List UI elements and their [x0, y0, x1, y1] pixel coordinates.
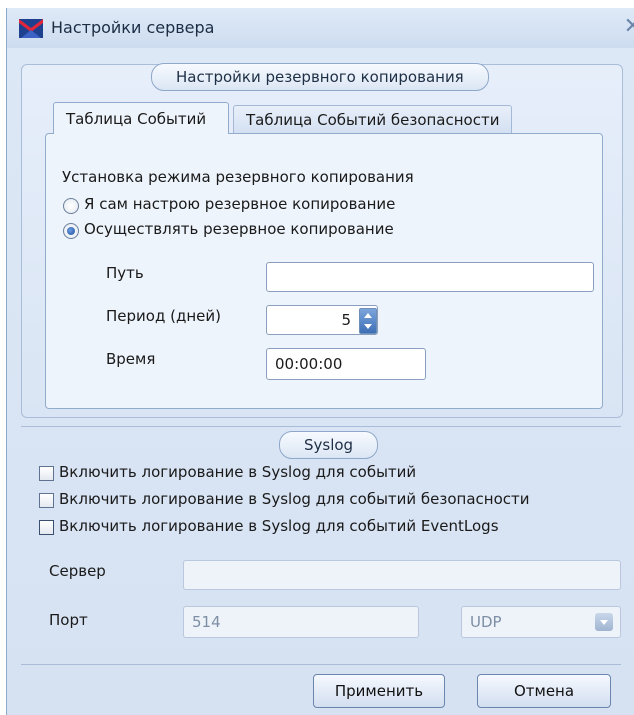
radio-auto-backup[interactable]: [63, 223, 79, 239]
checkbox-syslog-events[interactable]: [39, 466, 54, 481]
port-label: Порт: [49, 611, 88, 629]
path-label: Путь: [106, 264, 144, 282]
protocol-value: UDP: [470, 613, 502, 631]
title-bar: Настройки сервера ✕: [7, 8, 634, 48]
app-logo-icon: [19, 19, 43, 38]
section-divider: [21, 426, 621, 427]
backup-mode-label: Установка режима резервного копирования: [62, 168, 414, 186]
chevron-down-icon[interactable]: [595, 613, 613, 631]
tab-panel: Установка режима резервного копирования …: [45, 133, 603, 409]
server-label: Сервер: [49, 562, 106, 580]
radio-manual-backup[interactable]: [63, 198, 79, 214]
checkbox-syslog-eventlogs-label: Включить логирование в Syslog для событи…: [59, 517, 499, 535]
checkbox-syslog-security-label: Включить логирование в Syslog для событи…: [59, 490, 530, 508]
server-input[interactable]: [183, 560, 621, 590]
close-icon[interactable]: ✕: [624, 14, 634, 39]
time-label: Время: [106, 350, 156, 368]
period-label: Период (дней): [106, 307, 221, 325]
path-input[interactable]: [266, 262, 594, 292]
radio-manual-label: Я сам настрою резервное копирование: [84, 195, 396, 213]
port-input[interactable]: 514: [183, 606, 419, 638]
cancel-button[interactable]: Отмена: [477, 674, 611, 708]
radio-auto-label: Осуществлять резервное копирование: [84, 220, 394, 238]
tab-events[interactable]: Таблица Событий: [53, 102, 229, 134]
time-input[interactable]: 00:00:00: [266, 348, 426, 380]
backup-settings-header: Настройки резервного копирования: [151, 63, 489, 91]
apply-button[interactable]: Применить: [313, 674, 445, 708]
period-spin-arrows-icon[interactable]: [359, 308, 377, 334]
window-title: Настройки сервера: [51, 18, 215, 37]
footer-divider: [21, 664, 621, 665]
syslog-header: Syslog: [279, 431, 379, 459]
server-settings-dialog: Настройки сервера ✕ Настройки резервного…: [6, 8, 634, 715]
checkbox-syslog-eventlogs[interactable]: [39, 520, 54, 535]
checkbox-syslog-security[interactable]: [39, 493, 54, 508]
checkbox-syslog-events-label: Включить логирование в Syslog для событи…: [59, 463, 417, 481]
tab-security-events[interactable]: Таблица Событий безопасности: [233, 105, 513, 134]
